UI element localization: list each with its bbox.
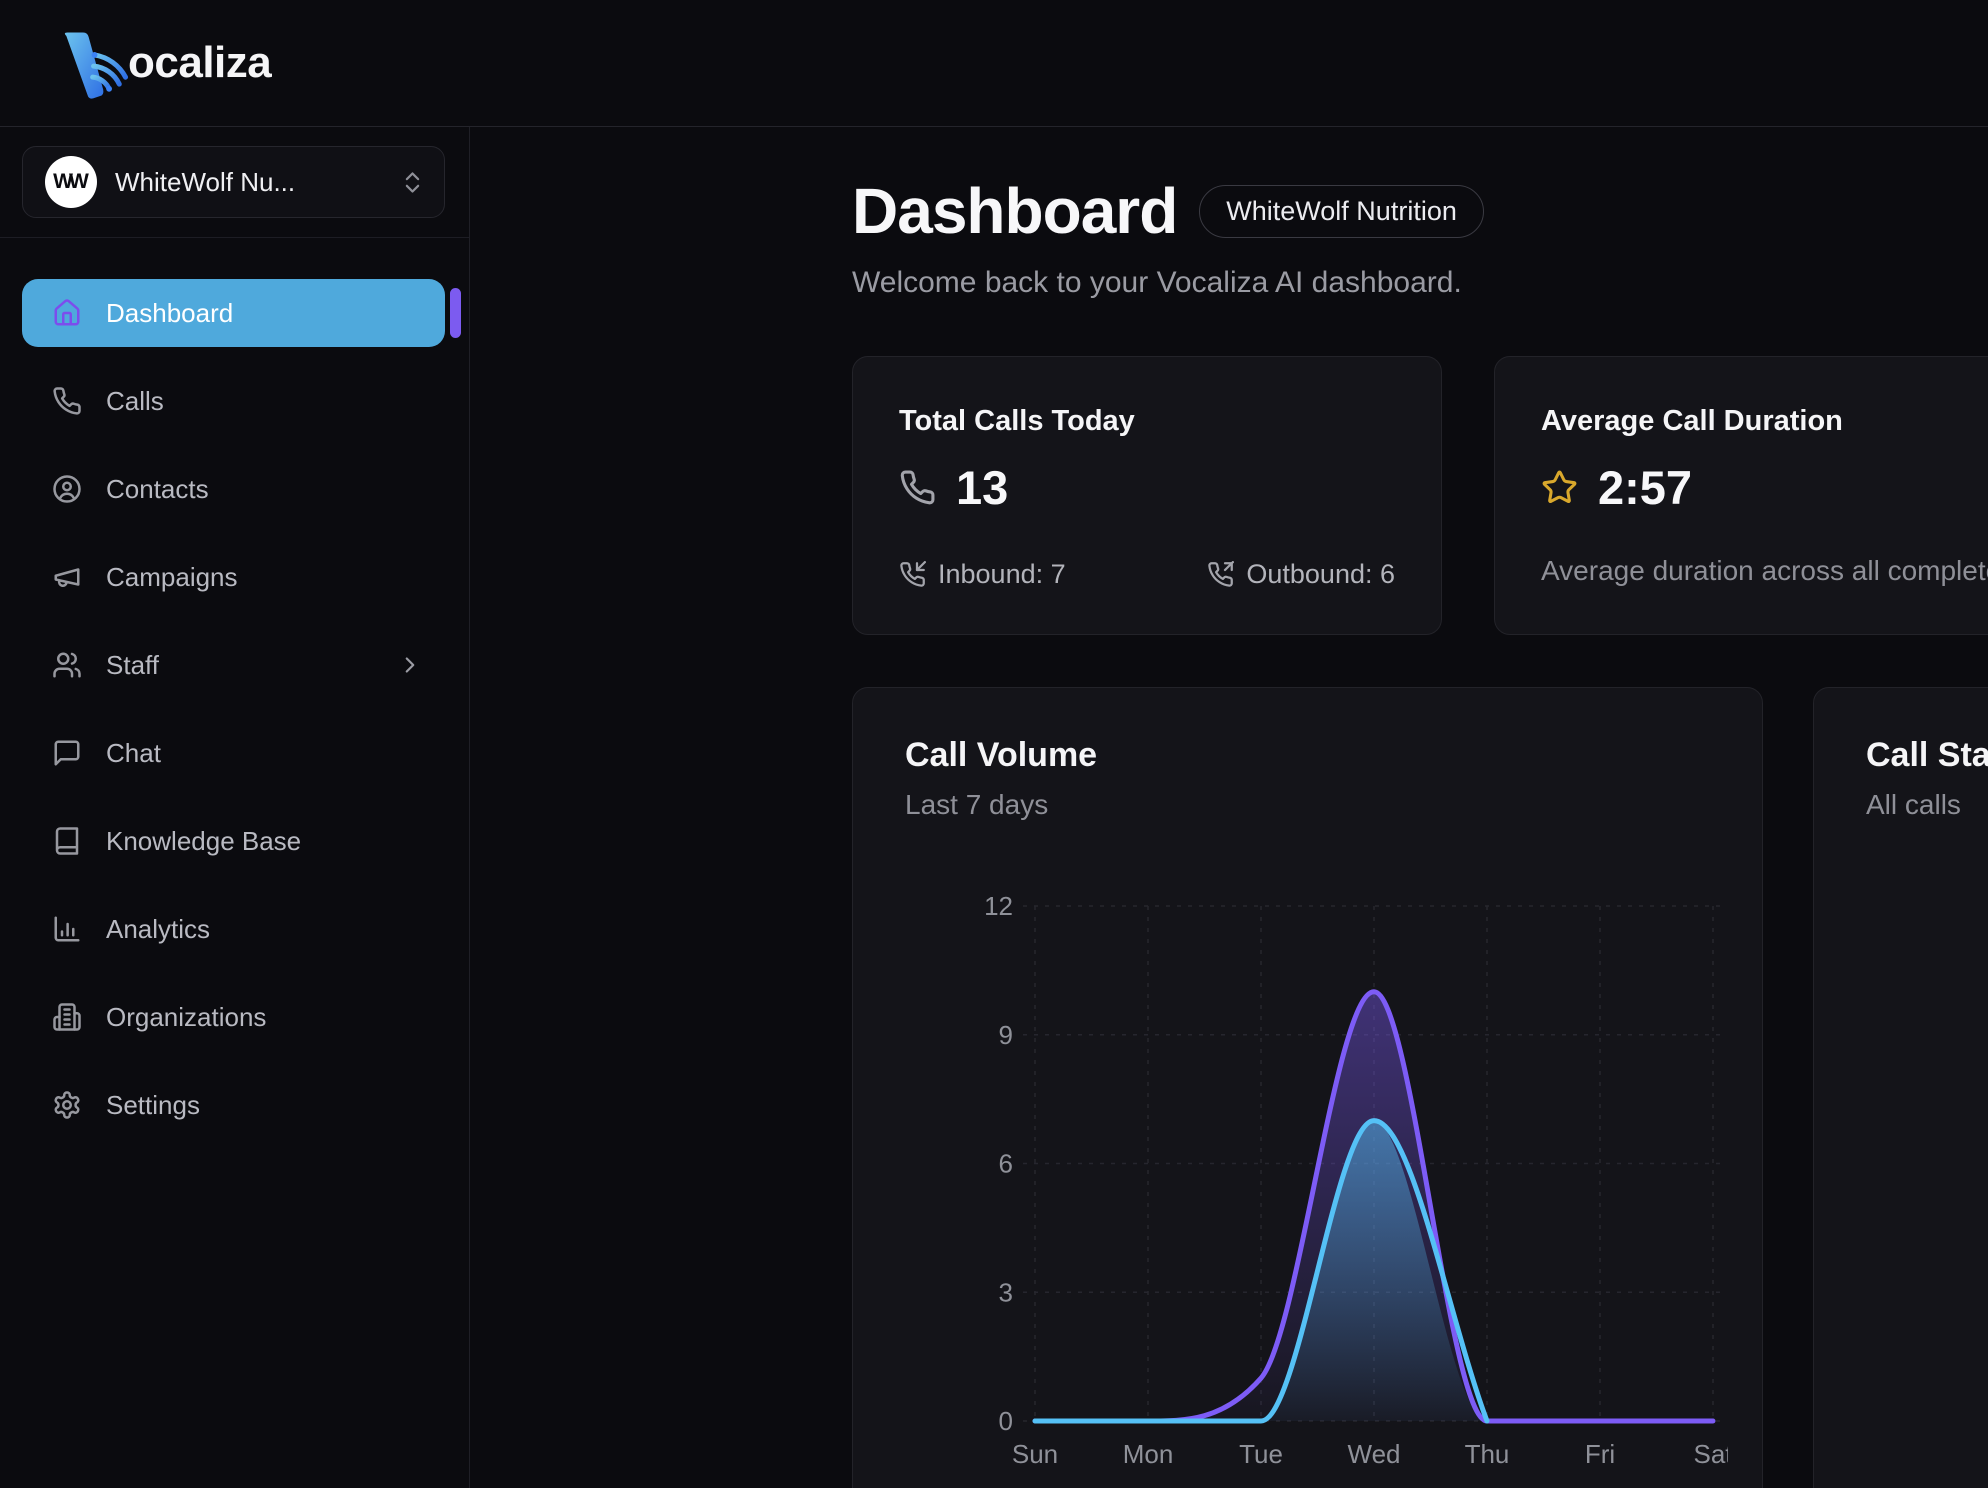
sidebar-item-analytics[interactable]: Analytics xyxy=(22,895,445,963)
vocaliza-logo: ocaliza xyxy=(54,22,271,104)
phone-incoming-icon xyxy=(899,561,926,588)
active-indicator-bar xyxy=(450,288,461,338)
call-volume-title: Call Volume xyxy=(905,736,1726,775)
organization-selector[interactable]: WW WhiteWolf Nu... xyxy=(22,146,445,218)
topbar: ocaliza xyxy=(0,0,1988,127)
svg-text:3: 3 xyxy=(999,1277,1013,1307)
sidebar-item-campaigns[interactable]: Campaigns xyxy=(22,543,445,611)
organization-name: WhiteWolf Nu... xyxy=(115,167,381,198)
phone-icon xyxy=(899,469,936,506)
sidebar-item-chat[interactable]: Chat xyxy=(22,719,445,787)
sidebar-item-label: Staff xyxy=(106,650,159,681)
sidebar-item-contacts[interactable]: Contacts xyxy=(22,455,445,523)
user-circle-icon xyxy=(52,474,82,504)
total-calls-value: 13 xyxy=(956,460,1008,515)
organization-badge: WhiteWolf Nutrition xyxy=(1199,185,1484,238)
home-icon xyxy=(52,298,82,328)
total-calls-card: Total Calls Today 13 Inbound: 7 xyxy=(852,356,1442,635)
call-volume-card: Call Volume Last 7 days 0 3 6 9 12 Sun Mon Tue W… xyxy=(852,687,1763,1488)
avg-duration-description: Average duration across all completed c xyxy=(1541,555,1988,587)
vocaliza-logo-icon xyxy=(54,28,130,104)
main-content: Dashboard WhiteWolf Nutrition Welcome ba… xyxy=(470,127,1988,1488)
svg-text:Sat: Sat xyxy=(1693,1439,1728,1469)
sidebar-item-label: Campaigns xyxy=(106,562,238,593)
svg-text:Mon: Mon xyxy=(1123,1439,1174,1469)
vocaliza-wordmark: ocaliza xyxy=(128,38,271,88)
svg-text:Tue: Tue xyxy=(1239,1439,1283,1469)
sidebar-item-organizations[interactable]: Organizations xyxy=(22,983,445,1051)
star-icon xyxy=(1541,469,1578,506)
page-title: Dashboard xyxy=(852,174,1177,248)
svg-text:Sun: Sun xyxy=(1012,1439,1058,1469)
sidebar-item-label: Organizations xyxy=(106,1002,266,1033)
sidebar-item-calls[interactable]: Calls xyxy=(22,367,445,435)
svg-text:6: 6 xyxy=(999,1149,1013,1179)
welcome-message: Welcome back to your Vocaliza AI dashboa… xyxy=(852,266,1988,300)
chevrons-up-down-icon xyxy=(399,169,426,196)
call-volume-chart: 0 3 6 9 12 Sun Mon Tue Wed Thu Fri Sat xyxy=(905,831,1728,1481)
sidebar-item-dashboard[interactable]: Dashboard xyxy=(22,279,445,347)
sidebar-item-settings[interactable]: Settings xyxy=(22,1071,445,1139)
sidebar-item-label: Analytics xyxy=(106,914,210,945)
sidebar-item-label: Settings xyxy=(106,1090,200,1121)
book-icon xyxy=(52,826,82,856)
call-status-title: Call Status xyxy=(1866,736,1988,775)
total-calls-title: Total Calls Today xyxy=(899,405,1395,438)
svg-text:Thu: Thu xyxy=(1465,1439,1510,1469)
chevron-right-icon xyxy=(397,652,423,678)
sidebar-item-staff[interactable]: Staff xyxy=(22,631,445,699)
avg-duration-title: Average Call Duration xyxy=(1541,405,1988,438)
sidebar-item-label: Chat xyxy=(106,738,161,769)
inbound-calls-stat: Inbound: 7 xyxy=(899,559,1066,590)
phone-outgoing-icon xyxy=(1207,561,1234,588)
svg-text:Wed: Wed xyxy=(1348,1439,1401,1469)
call-status-card: Call Status All calls xyxy=(1813,687,1988,1488)
organization-avatar: WW xyxy=(45,156,97,208)
inbound-calls-label: Inbound: 7 xyxy=(938,559,1066,590)
outbound-calls-stat: Outbound: 6 xyxy=(1207,559,1395,590)
building-icon xyxy=(52,1002,82,1032)
call-volume-subtitle: Last 7 days xyxy=(905,789,1726,821)
avg-duration-card: Average Call Duration 2:57 Average durat… xyxy=(1494,356,1988,635)
sidebar-item-label: Contacts xyxy=(106,474,209,505)
megaphone-icon xyxy=(52,562,82,592)
sidebar-item-label: Knowledge Base xyxy=(106,826,301,857)
svg-text:9: 9 xyxy=(999,1020,1013,1050)
phone-icon xyxy=(52,386,82,416)
svg-text:12: 12 xyxy=(984,891,1013,921)
outbound-calls-label: Outbound: 6 xyxy=(1246,559,1395,590)
message-square-icon xyxy=(52,738,82,768)
bar-chart-icon xyxy=(52,914,82,944)
svg-text:0: 0 xyxy=(999,1406,1013,1436)
sidebar-item-knowledge-base[interactable]: Knowledge Base xyxy=(22,807,445,875)
call-status-subtitle: All calls xyxy=(1866,789,1988,821)
sidebar-item-label: Calls xyxy=(106,386,164,417)
sidebar-nav: Dashboard Calls Contacts Campaigns xyxy=(22,238,445,1139)
users-icon xyxy=(52,650,82,680)
avg-duration-value: 2:57 xyxy=(1598,460,1692,515)
sidebar-item-label: Dashboard xyxy=(106,298,233,329)
svg-text:Fri: Fri xyxy=(1585,1439,1615,1469)
sidebar: WW WhiteWolf Nu... Dashboard Calls xyxy=(0,127,470,1488)
gear-icon xyxy=(52,1090,82,1120)
